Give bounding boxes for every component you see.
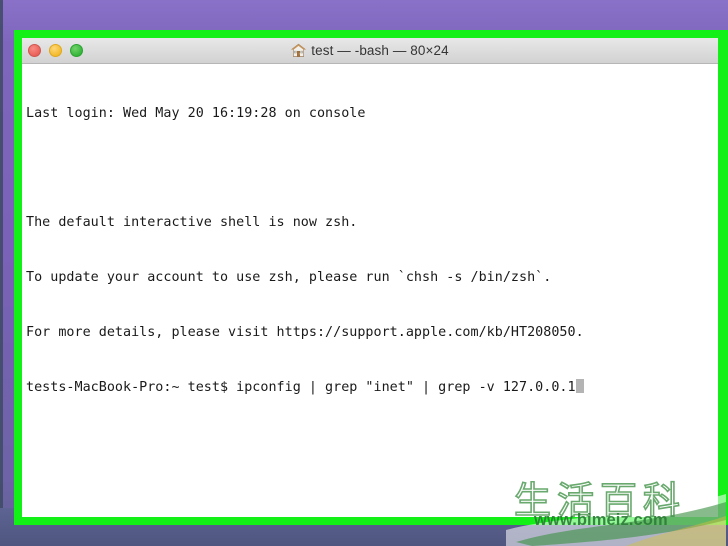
terminal-line: The default interactive shell is now zsh… [26,215,358,231]
house-icon [291,43,307,58]
close-button[interactable] [28,44,41,57]
window-title: test — -bash — 80×24 [311,43,449,58]
terminal-titlebar[interactable]: test — -bash — 80×24 [22,38,718,64]
window-controls [28,44,83,57]
minimize-button[interactable] [49,44,62,57]
terminal-line: For more details, please visit https://s… [26,325,584,341]
terminal-line: To update your account to use zsh, pleas… [26,270,552,286]
terminal-body[interactable]: Last login: Wed May 20 16:19:28 on conso… [22,64,718,517]
terminal-cursor [575,379,584,394]
terminal-window: test — -bash — 80×24 Last login: Wed May… [14,30,728,525]
terminal-prompt-line: tests-MacBook-Pro:~ test$ ipconfig | gre… [26,379,718,397]
desktop-left-edge [0,0,3,546]
titlebar-title-group: test — -bash — 80×24 [22,43,718,58]
maximize-button[interactable] [70,44,83,57]
terminal-command-text: tests-MacBook-Pro:~ test$ ipconfig | gre… [26,380,576,396]
terminal-line: Last login: Wed May 20 16:19:28 on conso… [26,105,366,121]
terminal-output: Last login: Wed May 20 16:19:28 on conso… [26,68,718,434]
screenshot-canvas: test — -bash — 80×24 Last login: Wed May… [0,0,728,546]
